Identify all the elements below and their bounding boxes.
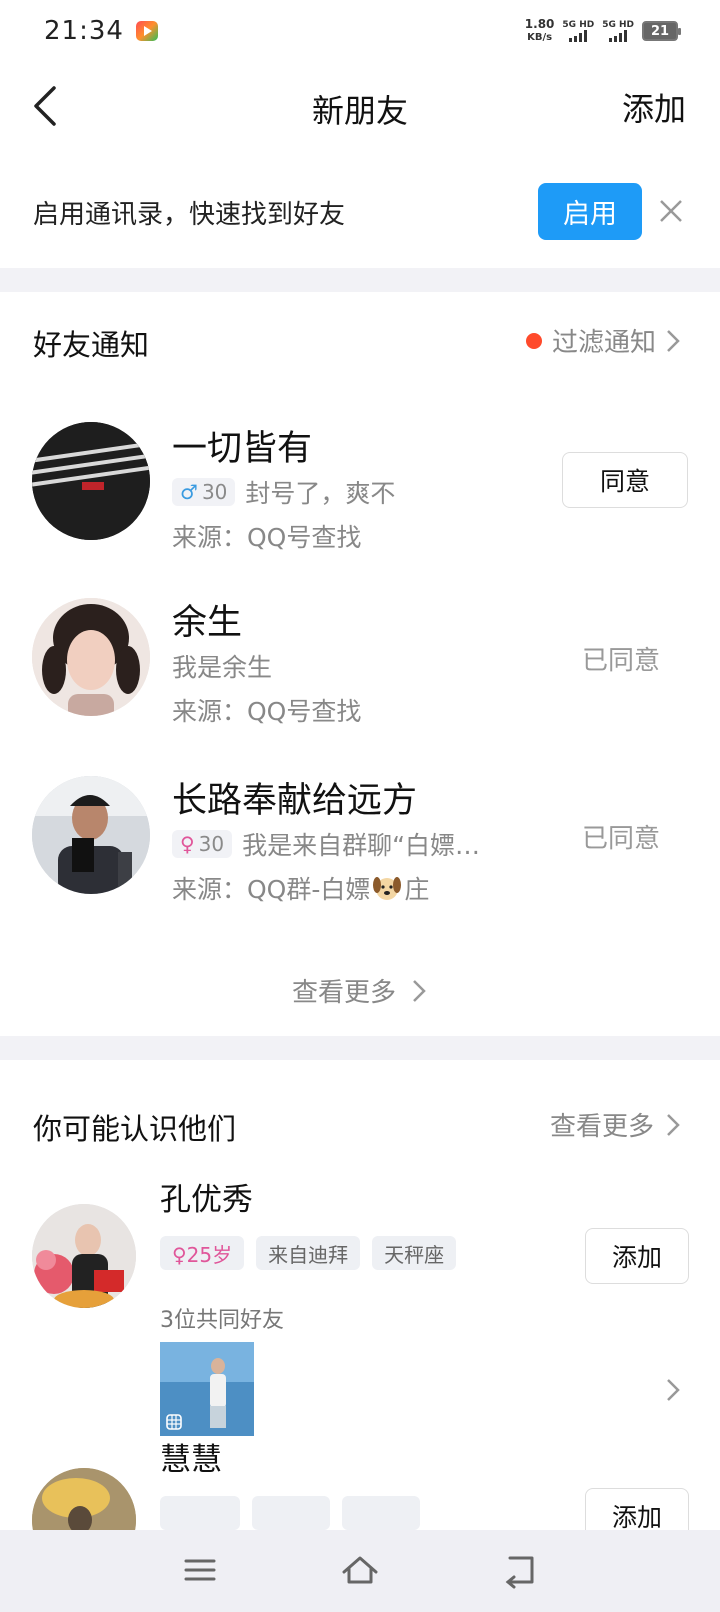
menu-icon[interactable] xyxy=(180,1550,220,1590)
mutual-friend-photo[interactable] xyxy=(160,1342,254,1436)
agree-button[interactable]: 同意 xyxy=(562,452,688,508)
agreed-status: 已同意 xyxy=(582,646,661,676)
home-icon[interactable] xyxy=(340,1550,380,1590)
tag-placeholder xyxy=(160,1496,240,1530)
mutual-friends-count: 3位共同好友 xyxy=(160,1308,284,1333)
request-message: 封号了，爽不 xyxy=(245,479,396,508)
section-title: 你可能认识他们 xyxy=(33,1112,237,1146)
chevron-right-icon[interactable] xyxy=(664,1376,682,1404)
signal-sim1-icon: 5G HD xyxy=(562,20,594,42)
chevron-right-icon xyxy=(413,979,426,1002)
gender-age-tag: ♂ 30 xyxy=(172,478,236,506)
status-time: 21:34 xyxy=(44,16,124,46)
requester-name: 一切皆有 xyxy=(172,429,313,469)
system-nav-bar xyxy=(0,1530,720,1612)
female-icon: ♀ xyxy=(180,832,195,856)
avatar xyxy=(32,422,150,540)
requester-name: 长路奉献给远方 xyxy=(172,781,418,821)
friend-notifications-section: 好友通知 过滤通知 一切皆有 ♂ 30 封号了，爽不 来源：QQ号查找 同意 余… xyxy=(0,292,720,1036)
suggestion-name: 慧慧 xyxy=(160,1442,222,1478)
battery-icon: 21 xyxy=(642,21,681,41)
tag-placeholder xyxy=(342,1496,420,1530)
avatar xyxy=(32,776,150,894)
people-you-may-know-section: 你可能认识他们 查看更多 孔优秀 ♀25岁 来自迪拜 天秤座 3位共同好友 添加… xyxy=(0,1060,720,1530)
chevron-right-icon xyxy=(667,1113,680,1136)
grid-icon xyxy=(166,1414,182,1430)
friend-request-item[interactable]: 一切皆有 ♂ 30 封号了，爽不 来源：QQ号查找 同意 xyxy=(0,410,720,560)
avatar xyxy=(32,1204,136,1308)
location-tag: 来自迪拜 xyxy=(256,1236,361,1270)
request-source: 来源：QQ群-白嫖 庄 xyxy=(172,875,430,904)
agreed-status: 已同意 xyxy=(582,824,661,854)
chevron-right-icon xyxy=(667,329,680,352)
suggestion-name: 孔优秀 xyxy=(160,1182,253,1218)
nav-bar: 新朋友 添加 xyxy=(0,62,720,152)
status-bar: 21:34 1.80 KB/s 5G HD 5G HD 21 xyxy=(0,0,720,62)
avatar xyxy=(32,1468,136,1530)
page-title: 新朋友 xyxy=(311,92,408,130)
request-source: 来源：QQ号查找 xyxy=(172,523,362,552)
request-message: 我是来自群聊“白嫖… xyxy=(242,831,481,860)
see-more-notifications-link[interactable]: 查看更多 xyxy=(0,972,720,1009)
avatar xyxy=(32,598,150,716)
unread-dot xyxy=(525,332,542,349)
tag-placeholder xyxy=(252,1496,330,1530)
request-message: 我是余生 xyxy=(172,653,273,682)
add-friend-button[interactable]: 添加 xyxy=(622,84,686,130)
video-app-icon xyxy=(135,21,158,41)
zodiac-tag: 天秤座 xyxy=(372,1236,457,1270)
filter-notifications-link[interactable]: 过滤通知 xyxy=(525,322,682,359)
dog-emoji-icon xyxy=(373,877,402,900)
close-icon[interactable] xyxy=(656,196,686,226)
network-speed: 1.80 KB/s xyxy=(524,17,555,44)
request-source: 来源：QQ号查找 xyxy=(172,697,362,726)
friend-request-item[interactable]: 长路奉献给远方 ♀ 30 我是来自群聊“白嫖… 来源：QQ群-白嫖 庄 已同意 xyxy=(0,766,720,916)
requester-name: 余生 xyxy=(172,603,243,643)
friend-request-item[interactable]: 余生 我是余生 来源：QQ号查找 已同意 xyxy=(0,588,720,738)
gender-age-tag: ♀ 30 xyxy=(172,830,233,858)
add-suggestion-button[interactable]: 添加 xyxy=(585,1228,689,1284)
contacts-banner: 启用通讯录，快速找到好友 启用 xyxy=(0,152,720,268)
gender-age-tag: ♀25岁 xyxy=(160,1236,245,1270)
banner-text: 启用通讯录，快速找到好友 xyxy=(33,200,346,230)
signal-sim2-icon: 5G HD xyxy=(602,20,634,42)
male-icon: ♂ xyxy=(180,480,198,504)
back-nav-icon[interactable] xyxy=(500,1550,540,1590)
add-suggestion-button[interactable]: 添加 xyxy=(585,1488,689,1530)
see-more-suggestions-link[interactable]: 查看更多 xyxy=(550,1106,682,1143)
section-title: 好友通知 xyxy=(33,328,150,362)
enable-contacts-button[interactable]: 启用 xyxy=(538,183,642,240)
